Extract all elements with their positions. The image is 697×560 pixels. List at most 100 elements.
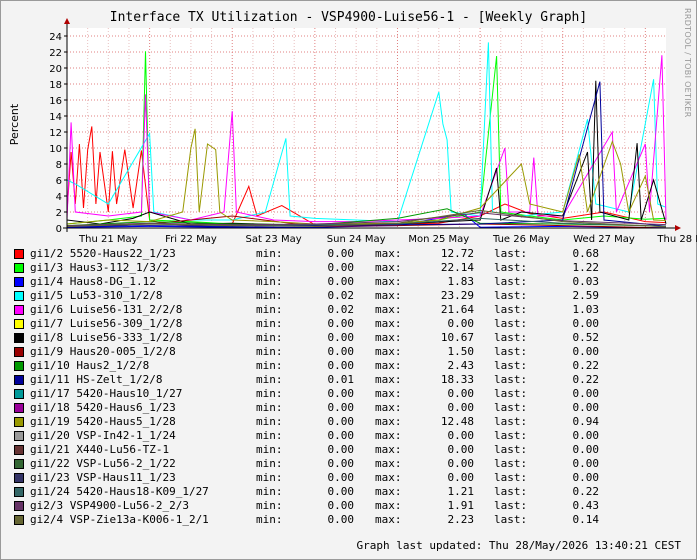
legend-max-label: max:: [375, 359, 402, 372]
legend-max-label: max:: [375, 373, 402, 386]
legend-min-value: 0.00: [327, 443, 355, 456]
legend-min-label: min:: [256, 415, 283, 428]
legend-series-name: gi1/20 VSP-In42-1_1/24: [30, 429, 176, 442]
legend-swatch: [14, 375, 24, 385]
legend-last-value: 0.00: [572, 345, 600, 358]
legend-min-value: 0.00: [327, 513, 355, 526]
legend-min-label: min:: [256, 359, 283, 372]
legend-max-value: 23.29: [440, 289, 474, 302]
legend-min-value: 0.00: [327, 331, 355, 344]
y-axis-arrow: [64, 18, 70, 24]
legend-min-label: min:: [256, 289, 283, 302]
legend-last-value: 2.59: [572, 289, 600, 302]
plot-area: [67, 28, 666, 228]
legend-max-label: max:: [375, 443, 402, 456]
y-tick-label: 16: [49, 96, 62, 107]
x-tick-label: Thu 28 May: [656, 234, 697, 245]
legend-last-value: 0.94: [572, 415, 600, 428]
legend-min-label: min:: [256, 443, 283, 456]
legend-min-value: 0.00: [327, 471, 355, 484]
legend-series-name: gi1/5 Lu53-310_1/2/8: [30, 289, 163, 302]
legend-swatch: [14, 291, 24, 301]
legend-last-label: last:: [494, 513, 528, 526]
legend-last-value: 0.52: [572, 331, 600, 344]
legend-swatch: [14, 305, 24, 315]
legend-last-label: last:: [494, 345, 528, 358]
legend-max-label: max:: [375, 429, 402, 442]
legend-last-value: 0.14: [572, 513, 600, 526]
legend-max-value: 21.64: [440, 303, 474, 316]
legend-last-label: last:: [494, 275, 528, 288]
legend-series-name: gi1/10 Haus2_1/2/8: [30, 359, 150, 372]
legend-max-value: 2.43: [447, 359, 475, 372]
legend-swatch: [14, 501, 24, 511]
legend-swatch: [14, 417, 24, 427]
last-updated-text: Graph last updated: Thu 28/May/2026 13:4…: [356, 539, 681, 552]
legend-max-value: 0.00: [447, 429, 475, 442]
legend-max-value: 22.14: [440, 261, 474, 274]
legend-min-value: 0.01: [327, 373, 355, 386]
y-tick-label: 6: [56, 176, 62, 187]
y-tick-label: 18: [49, 80, 62, 91]
legend-min-value: 0.00: [327, 499, 355, 512]
legend-min-value: 0.00: [327, 401, 355, 414]
legend-last-value: 0.00: [572, 387, 600, 400]
legend-series-name: gi1/9 Haus20-005_1/2/8: [30, 345, 176, 358]
legend-series-name: gi1/8 Luise56-333_1/2/8: [30, 331, 183, 344]
legend-swatch: [14, 431, 24, 441]
legend-last-value: 0.00: [572, 457, 600, 470]
legend-min-label: min:: [256, 499, 283, 512]
legend-max-value: 1.91: [447, 499, 475, 512]
chart-plot: 024681012141618202224Thu 21 May Fri 22 Ma…: [49, 18, 697, 245]
legend-swatch: [14, 361, 24, 371]
legend-swatch: [14, 515, 24, 525]
legend-max-label: max:: [375, 387, 402, 400]
legend-last-label: last:: [494, 415, 528, 428]
y-tick-label: 20: [49, 64, 62, 75]
legend-last-value: 1.22: [572, 261, 600, 274]
legend-max-value: 1.83: [447, 275, 475, 288]
legend-max-value: 2.23: [447, 513, 475, 526]
y-tick-label: 22: [49, 48, 62, 59]
legend-max-label: max:: [375, 457, 402, 470]
legend-max-value: 12.48: [440, 415, 474, 428]
legend-max-value: 0.00: [447, 443, 475, 456]
legend-last-label: last:: [494, 499, 528, 512]
legend-max-label: max:: [375, 401, 402, 414]
legend-last-value: 0.22: [572, 373, 600, 386]
legend-min-label: min:: [256, 303, 283, 316]
legend-last-label: last:: [494, 401, 528, 414]
legend-max-label: max:: [375, 345, 402, 358]
legend-last-value: 0.22: [572, 359, 600, 372]
legend-last-value: 0.43: [572, 499, 600, 512]
legend-last-label: last:: [494, 303, 528, 316]
legend-min-label: min:: [256, 485, 283, 498]
legend-min-label: min:: [256, 275, 283, 288]
legend-swatch: [14, 445, 24, 455]
legend-max-label: max:: [375, 289, 402, 302]
x-tick-label: Sun 24 May: [327, 234, 386, 245]
legend-series-name: gi1/3 Haus3-112_1/3/2: [30, 261, 170, 274]
legend-min-label: min:: [256, 457, 283, 470]
x-tick-label: Thu 21 May: [78, 234, 138, 245]
y-tick-label: 0: [56, 224, 62, 235]
legend-last-label: last:: [494, 387, 528, 400]
legend-min-value: 0.00: [327, 359, 355, 372]
legend-max-value: 0.00: [447, 401, 475, 414]
legend-series-name: gi1/21 X440-Lu56-TZ-1: [30, 443, 170, 456]
legend-series-name: gi1/17 5420-Haus10_1/27: [30, 387, 183, 400]
legend-series-name: gi1/11 HS-Zelt_1/2/8: [30, 373, 163, 386]
legend-swatch: [14, 473, 24, 483]
legend-last-label: last:: [494, 261, 528, 274]
legend-min-label: min:: [256, 345, 283, 358]
legend-last-value: 0.22: [572, 485, 600, 498]
legend-last-label: last:: [494, 331, 528, 344]
legend-series-name: gi1/22 VSP-Lu56-2_1/22: [30, 457, 176, 470]
x-tick-label: Tue 26 May: [492, 234, 550, 245]
x-tick-label: Fri 22 May: [165, 234, 217, 245]
legend-max-value: 0.00: [447, 317, 475, 330]
legend-last-value: 0.00: [572, 429, 600, 442]
legend-swatch: [14, 277, 24, 287]
legend-swatch: [14, 333, 24, 343]
legend-series-name: gi1/24 5420-Haus18-K09_1/27: [30, 485, 209, 498]
